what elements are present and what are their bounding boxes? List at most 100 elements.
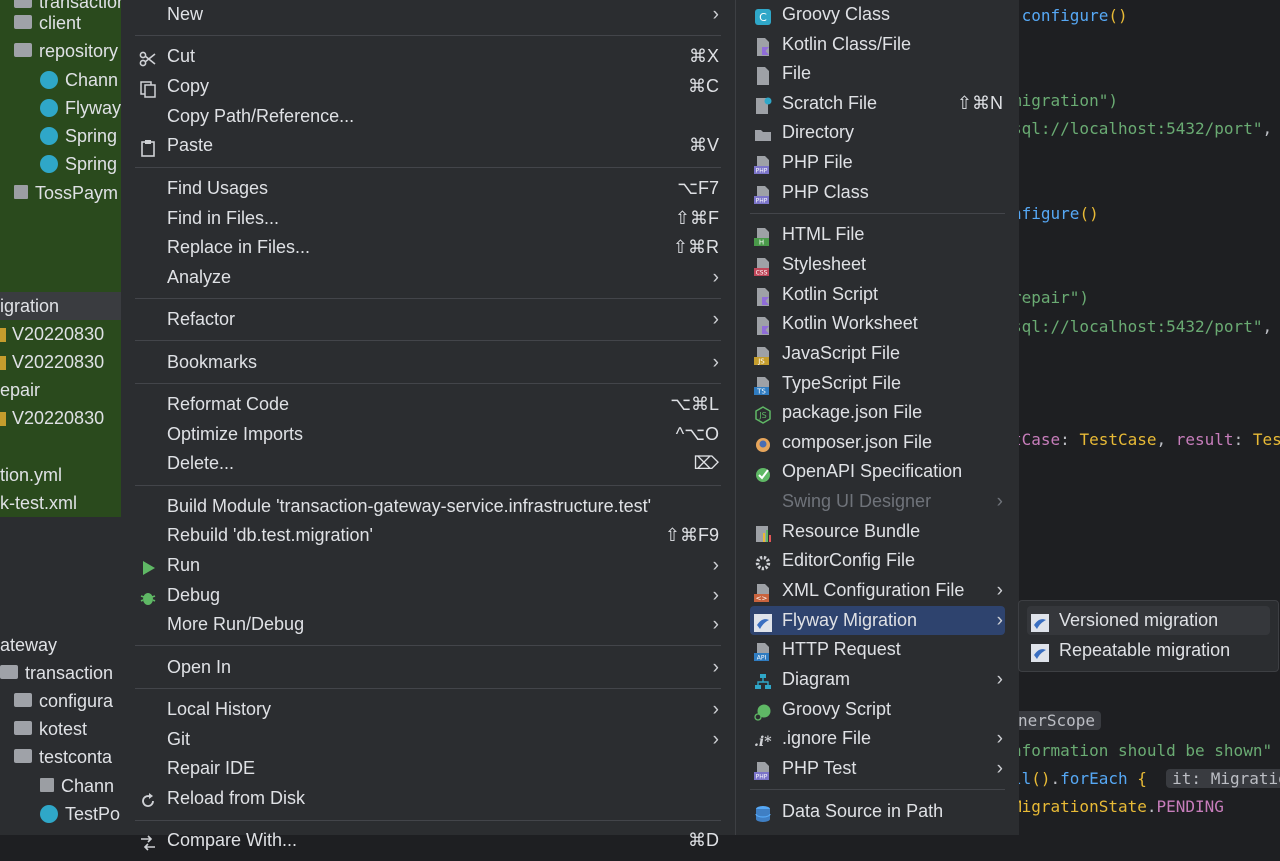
new_submenu-item-openapi-specification[interactable]: OpenAPI Specification <box>750 457 1005 486</box>
tree-item[interactable]: Flyway <box>40 94 121 122</box>
main_menu-item-compare-with[interactable]: Compare With... ⌘D <box>135 826 721 855</box>
new_submenu-item-php-test[interactable]: PHP PHP Test › <box>750 754 1005 783</box>
code-line[interactable]: nerScope <box>1018 709 1102 733</box>
new_submenu-item-typescript-file[interactable]: TS TypeScript File <box>750 369 1005 398</box>
kotlin-class-icon <box>40 127 58 146</box>
new_submenu-item-groovy-script[interactable]: Groovy Script <box>750 695 1005 724</box>
tree-item[interactable]: client <box>14 9 81 37</box>
tree-item[interactable]: transaction <box>0 659 113 687</box>
new_submenu-item-ignore-file[interactable]: .i* .ignore File › <box>750 724 1005 753</box>
new_submenu-item-groovy-class[interactable]: C Groovy Class <box>750 0 1005 29</box>
gear-icon <box>754 552 772 571</box>
main_menu-item-copy-path-reference[interactable]: Copy Path/Reference... <box>135 102 721 131</box>
main_menu-item-reformat-code[interactable]: Reformat Code ⌥⌘L <box>135 390 721 419</box>
main_menu-item-optimize-imports[interactable]: Optimize Imports ^⌥O <box>135 420 721 449</box>
flyway-submenu-item-repeatable-migration[interactable]: Repeatable migration <box>1027 636 1270 665</box>
new_submenu-item-directory[interactable]: Directory <box>750 118 1005 147</box>
new_submenu-item-html-file[interactable]: H HTML File <box>750 220 1005 249</box>
svg-text:API: API <box>757 655 767 662</box>
tree-item[interactable]: configura <box>14 687 113 715</box>
new_submenu-item-flyway-migration[interactable]: Flyway Migration › <box>750 606 1005 635</box>
tree-item[interactable]: testconta <box>14 743 112 771</box>
main_menu-item-paste[interactable]: Paste ⌘V <box>135 131 721 160</box>
new_submenu-item-resource-bundle[interactable]: Resource Bundle <box>750 517 1005 546</box>
folder-icon <box>0 665 18 680</box>
code-line[interactable]: sql://localhost:5432/port", <box>1018 117 1280 141</box>
menu-separator <box>135 298 721 299</box>
main_menu-item-more-run-debug[interactable]: More Run/Debug › <box>135 610 721 639</box>
new_submenu-item-kotlin-worksheet[interactable]: Kotlin Worksheet <box>750 309 1005 338</box>
tree-item[interactable]: Chann <box>40 66 118 94</box>
new_submenu-item-file[interactable]: File <box>750 59 1005 88</box>
code-line[interactable]: tCase: TestCase, result: Test <box>1018 428 1280 452</box>
new_submenu-item-package-json-file[interactable]: JS package.json File <box>750 398 1005 427</box>
tree-item[interactable]: ateway <box>0 631 57 659</box>
tree-item[interactable]: k-test.xml <box>0 489 77 517</box>
kotlin-class-icon <box>40 99 58 118</box>
code-line[interactable]: migration") <box>1018 89 1118 113</box>
new_submenu-item-xml-configuration-file[interactable]: <> XML Configuration File › <box>750 576 1005 605</box>
new_submenu-item-php-class[interactable]: PHP PHP Class <box>750 178 1005 207</box>
code-line[interactable]: sql://localhost:5432/port", <box>1018 315 1280 339</box>
tree-item[interactable]: igration <box>0 292 59 320</box>
main_menu-item-build-module-transaction-gateway-service-infrastructure-test[interactable]: Build Module 'transaction-gateway-servic… <box>135 492 721 521</box>
new_submenu-item-diagram[interactable]: Diagram › <box>750 665 1005 694</box>
tree-item[interactable]: V20220830 <box>0 320 104 348</box>
tree-item[interactable]: V20220830 <box>0 348 104 376</box>
tree-item[interactable]: V20220830 <box>0 404 104 432</box>
main_menu-item-git[interactable]: Git › <box>135 725 721 754</box>
tree-item[interactable]: repository <box>14 37 118 65</box>
main_menu-item-refactor[interactable]: Refactor › <box>135 305 721 334</box>
new_submenu-item-composer-json-file[interactable]: composer.json File <box>750 428 1005 457</box>
code-line[interactable]: ll().forEach { it: MigrationInfo <box>1018 767 1280 791</box>
main_menu-item-replace-in-files[interactable]: Replace in Files... ⇧⌘R <box>135 233 721 262</box>
new_submenu-item-scratch-file[interactable]: Scratch File ⇧⌘N <box>750 89 1005 118</box>
new_submenu-item-javascript-file[interactable]: JS JavaScript File <box>750 339 1005 368</box>
tree-item[interactable]: kotest <box>14 715 87 743</box>
main_menu-item-rebuild-db-test-migration[interactable]: Rebuild 'db.test.migration' ⇧⌘F9 <box>135 521 721 550</box>
code-line[interactable]: nfigure() <box>1018 202 1099 226</box>
menu-item-label: HTML File <box>782 224 865 244</box>
main_menu-item-debug[interactable]: Debug › <box>135 581 721 610</box>
main_menu-item-bookmarks[interactable]: Bookmarks › <box>135 348 721 377</box>
code-line[interactable]: repair") <box>1018 286 1089 310</box>
main_menu-item-repair-ide[interactable]: Repair IDE <box>135 754 721 783</box>
main_menu-item-local-history[interactable]: Local History › <box>135 695 721 724</box>
main_menu-item-cut[interactable]: Cut ⌘X <box>135 42 721 71</box>
main_menu-item-copy[interactable]: Copy ⌘C <box>135 72 721 101</box>
main_menu-item-analyze[interactable]: Analyze › <box>135 263 721 292</box>
new_submenu-item-php-file[interactable]: PHP PHP File <box>750 148 1005 177</box>
tree-item[interactable]: epair <box>0 376 40 404</box>
new_submenu-item-editorconfig-file[interactable]: EditorConfig File <box>750 546 1005 575</box>
main_menu-item-new[interactable]: New › <box>135 0 721 29</box>
tree-item[interactable]: Spring <box>40 122 117 150</box>
folder-icon <box>14 749 32 764</box>
new_submenu-item-stylesheet[interactable]: CSS Stylesheet <box>750 250 1005 279</box>
code-line[interactable]: .configure() <box>1018 4 1128 28</box>
code-line[interactable]: MigrationState.PENDING <box>1018 795 1224 819</box>
tree-item[interactable]: Spring <box>40 150 117 178</box>
main_menu-item-run[interactable]: Run › <box>135 551 721 580</box>
menu-item-shortcut: ^⌥O <box>675 424 719 444</box>
svg-text:JS: JS <box>758 411 766 420</box>
menu-item-label: New <box>167 4 204 24</box>
main_menu-item-delete[interactable]: Delete... ⌦ <box>135 449 721 478</box>
menu-item-label: File <box>782 63 812 83</box>
new_submenu-item-data-source-in-path[interactable]: Data Source in Path <box>750 797 1005 826</box>
menu-item-label: Local History <box>167 699 272 719</box>
tree-item[interactable]: tion.yml <box>0 461 62 489</box>
new_submenu-item-http-request[interactable]: API HTTP Request <box>750 635 1005 664</box>
main_menu-item-open-in[interactable]: Open In › <box>135 653 721 682</box>
tree-item[interactable]: Chann <box>40 772 114 800</box>
flyway-submenu-item-versioned-migration[interactable]: Versioned migration <box>1027 606 1270 635</box>
main_menu-item-find-usages[interactable]: Find Usages ⌥F7 <box>135 174 721 203</box>
code-editor[interactable]: .configure() migration") sql://localhost:5… <box>1018 0 1280 835</box>
menu-item-label: Diagram <box>782 669 851 689</box>
new_submenu-item-kotlin-script[interactable]: Kotlin Script <box>750 280 1005 309</box>
code-line[interactable]: nformation should be shown" { <box>1018 739 1280 763</box>
new_submenu-item-kotlin-class-file[interactable]: Kotlin Class/File <box>750 30 1005 59</box>
main_menu-item-find-in-files[interactable]: Find in Files... ⇧⌘F <box>135 204 721 233</box>
tree-item[interactable]: TestPo <box>40 800 120 828</box>
main_menu-item-reload-from-disk[interactable]: Reload from Disk <box>135 784 721 813</box>
tree-item[interactable]: TossPaym <box>14 179 118 207</box>
